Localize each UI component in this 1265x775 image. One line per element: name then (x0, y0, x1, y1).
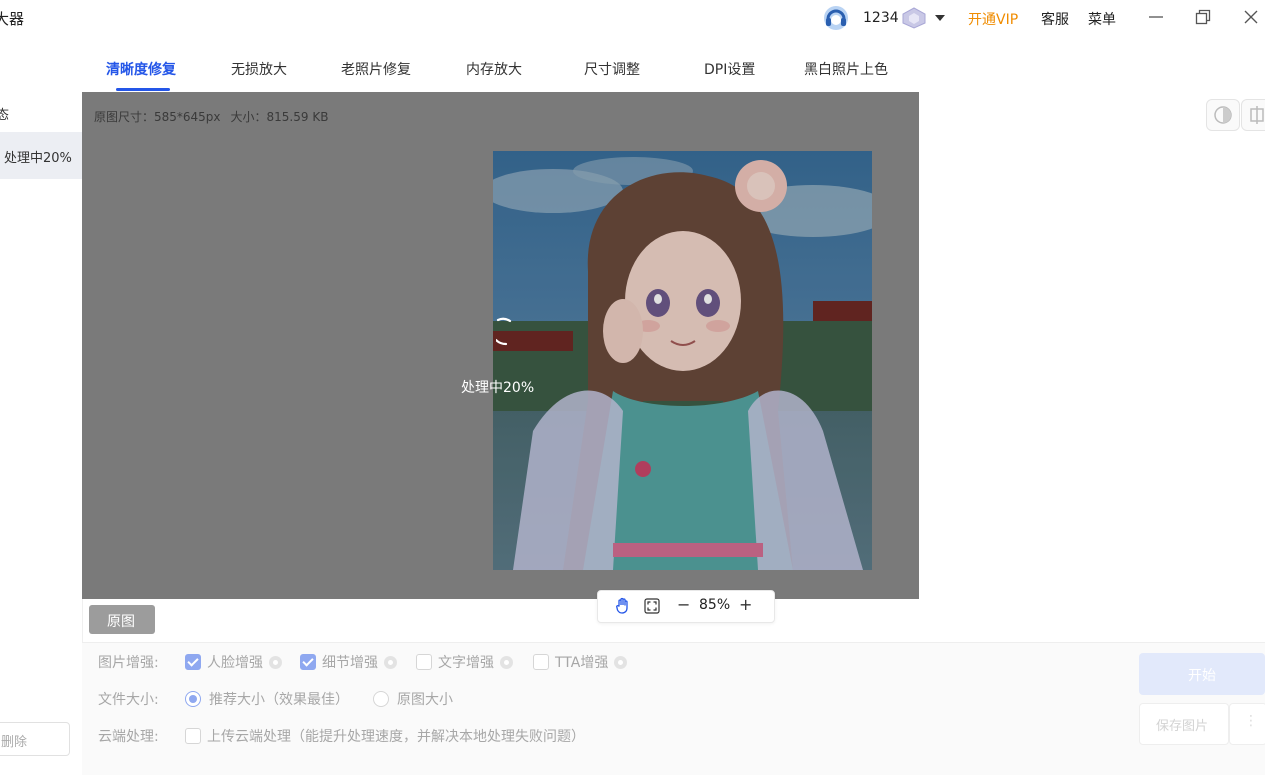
tab-clarity-repair[interactable]: 清晰度修复 (106, 59, 176, 79)
more-options-icon: ⋮ (1244, 713, 1258, 729)
settings-panel: 图片增强: 人脸增强 细节增强 文字增强 TTA增强 文件大小: 推荐大小（效果… (82, 642, 1265, 775)
radio-selected-icon (185, 691, 201, 707)
active-tab-indicator (116, 88, 170, 91)
processing-progress-text: 处理中20% (461, 380, 535, 396)
recommended-size-radio[interactable]: 推荐大小（效果最佳） (185, 689, 349, 709)
checkbox-icon (185, 728, 201, 744)
split-view-button[interactable] (1241, 99, 1265, 131)
tab-resize[interactable]: 尺寸调整 (584, 59, 640, 79)
open-vip-link[interactable]: 开通VIP (968, 9, 1018, 29)
preview-image (493, 151, 872, 570)
minimize-icon[interactable] (1147, 8, 1165, 26)
face-enhance-checkbox[interactable]: 人脸增强 (185, 652, 282, 672)
loading-spinner-icon (494, 316, 518, 350)
recommended-size-label: 推荐大小（效果最佳） (209, 692, 349, 708)
image-dimensions: 原图尺寸：585*645px (94, 110, 221, 124)
checkbox-checked-icon (300, 654, 316, 670)
hand-pan-icon[interactable] (614, 597, 632, 615)
file-sidebar: 态 处理中20% 删除 (0, 44, 83, 774)
tab-old-photo-repair[interactable]: 老照片修复 (341, 59, 411, 79)
app-title: 大器 (0, 10, 25, 28)
restore-icon[interactable] (1194, 8, 1212, 26)
view-original-button[interactable]: 原图 (89, 605, 155, 634)
info-icon[interactable] (614, 655, 628, 669)
checkbox-icon (416, 654, 432, 670)
text-enhance-checkbox[interactable]: 文字增强 (416, 652, 513, 672)
tab-dpi-settings[interactable]: DPI设置 (704, 59, 755, 79)
zoom-in-button[interactable]: + (739, 595, 752, 614)
user-id: 1234 (863, 10, 899, 26)
tab-colorize[interactable]: 黑白照片上色 (804, 59, 888, 79)
original-size-label: 原图大小 (397, 692, 453, 708)
face-enhance-label: 人脸增强 (207, 655, 263, 671)
split-view-icon (1250, 106, 1264, 124)
user-dropdown-icon[interactable] (934, 15, 945, 21)
right-panel (919, 92, 1265, 599)
file-size-row-label: 文件大小: (98, 692, 159, 708)
sidebar-status-header: 态 (0, 108, 10, 123)
save-image-label: 保存图片 (1156, 719, 1209, 734)
start-button[interactable]: 开始 (1139, 653, 1265, 695)
user-area[interactable]: 1234 (823, 5, 945, 31)
half-circle-icon (1214, 106, 1232, 124)
detail-enhance-checkbox[interactable]: 细节增强 (300, 652, 397, 672)
text-enhance-label: 文字增强 (438, 655, 494, 671)
image-info: 原图尺寸：585*645px 大小：815.59 KB (94, 108, 328, 125)
detail-enhance-label: 细节增强 (322, 655, 378, 671)
info-icon[interactable] (384, 655, 397, 669)
headset-avatar-icon[interactable] (823, 5, 849, 31)
zoom-toolbar: − 85% + (597, 590, 775, 623)
checkbox-icon (533, 654, 549, 670)
tta-enhance-label: TTA增强 (555, 655, 609, 671)
view-original-label: 原图 (107, 614, 135, 630)
delete-label: 删除 (1, 735, 28, 750)
tab-lossless-enlarge[interactable]: 无损放大 (231, 59, 287, 79)
tta-enhance-checkbox[interactable]: TTA增强 (533, 652, 628, 672)
preview-canvas[interactable]: 原图尺寸：585*645px 大小：815.59 KB 处理中20% (82, 92, 919, 599)
sidebar-file-status: 处理中20% (4, 151, 72, 166)
fit-screen-icon[interactable] (644, 598, 660, 614)
compare-view-button[interactable] (1206, 99, 1240, 131)
cloud-process-checkbox[interactable]: 上传云端处理（能提升处理速度，并解决本地处理失败问题） (185, 726, 585, 746)
radio-icon (373, 691, 389, 707)
tab-memory-enlarge[interactable]: 内存放大 (466, 59, 522, 79)
title-bar: 大器 1234 开通VIP 客服 菜单 (0, 0, 1265, 36)
cloud-process-label: 上传云端处理（能提升处理速度，并解决本地处理失败问题） (207, 729, 585, 745)
start-label: 开始 (1188, 668, 1216, 684)
zoom-level: 85% (699, 597, 731, 613)
info-icon[interactable] (269, 655, 282, 669)
customer-service-button[interactable]: 客服 (1041, 9, 1069, 29)
delete-button[interactable]: 删除 (0, 722, 70, 756)
vip-badge-icon (901, 7, 927, 29)
info-icon[interactable] (500, 655, 513, 669)
menu-button[interactable]: 菜单 (1088, 9, 1116, 29)
more-options-button[interactable]: ⋮ (1229, 703, 1265, 745)
save-image-button[interactable]: 保存图片 (1139, 703, 1229, 745)
close-icon[interactable] (1242, 8, 1260, 26)
function-tabs: 清晰度修复 无损放大 老照片修复 内存放大 尺寸调整 DPI设置 黑白照片上色 (82, 44, 1265, 93)
original-size-radio[interactable]: 原图大小 (373, 689, 453, 709)
checkbox-checked-icon (185, 654, 201, 670)
zoom-out-button[interactable]: − (677, 595, 690, 614)
sidebar-file-item[interactable]: 处理中20% (0, 132, 82, 179)
cloud-row-label: 云端处理: (98, 729, 159, 745)
enhance-row-label: 图片增强: (98, 655, 159, 671)
image-file-size: 大小：815.59 KB (230, 110, 329, 124)
